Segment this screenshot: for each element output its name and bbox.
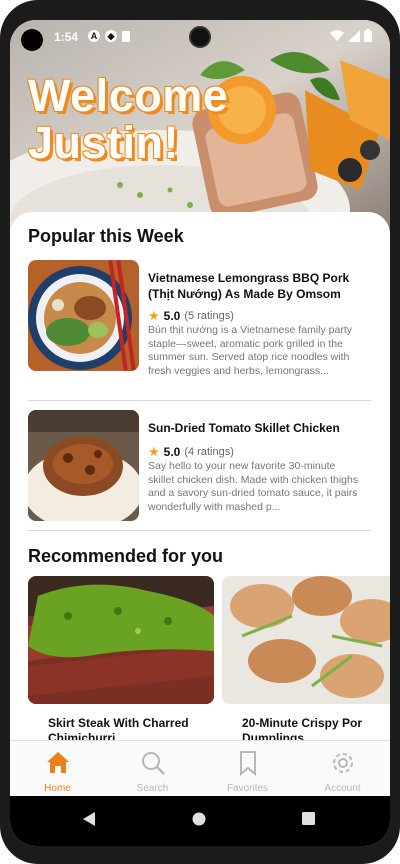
wifi-icon xyxy=(330,29,344,41)
front-camera-left xyxy=(21,29,43,51)
popular-section-title: Popular this Week xyxy=(28,226,184,246)
home-circle-icon[interactable] xyxy=(192,812,206,826)
ratings-count: (5 ratings) xyxy=(184,310,234,322)
recipe-rating: ★ 5.0 (4 ratings) xyxy=(148,444,234,460)
divider xyxy=(28,400,371,401)
popular-recipe-card[interactable]: Sun-Dried Tomato Skillet Chicken ★ 5.0 (… xyxy=(28,410,371,528)
nav-home[interactable]: Home xyxy=(10,741,105,797)
nav-favorites[interactable]: Favorites xyxy=(200,741,295,797)
battery-icon xyxy=(364,29,372,42)
recipe-image xyxy=(222,576,390,704)
home-icon xyxy=(47,752,69,773)
system-navigation-bar xyxy=(10,796,390,846)
recommended-carousel[interactable]: Skirt Steak With Charred Chimichurri 20-… xyxy=(28,576,390,740)
recommended-recipe-card[interactable]: 20-Minute Crispy Por Dumplings xyxy=(222,576,390,740)
user-name-line: Justin! xyxy=(28,117,180,168)
nav-label: Favorites xyxy=(226,783,269,794)
recents-icon[interactable] xyxy=(302,812,315,825)
front-camera-center xyxy=(189,26,211,48)
nav-label: Search xyxy=(136,783,169,794)
notification-shield-icon: ◆ xyxy=(105,30,117,42)
star-icon: ★ xyxy=(148,308,160,323)
signal-icon xyxy=(348,29,360,42)
status-time: 1:54 xyxy=(54,30,79,44)
nav-label: Account xyxy=(324,783,361,794)
back-icon[interactable] xyxy=(82,811,96,827)
ratings-count: (4 ratings) xyxy=(184,446,234,458)
system-status-icons xyxy=(330,29,372,42)
nav-label: Home xyxy=(44,783,71,794)
hero-banner: 1:54 A ◆ Welcome Justin! xyxy=(10,20,390,232)
notification-a-icon: A xyxy=(88,30,100,42)
nav-search[interactable]: Search xyxy=(105,741,200,797)
welcome-line: Welcome xyxy=(28,70,229,121)
recipe-title-text: Skirt Steak With Charred Chimichurri xyxy=(48,716,189,740)
bookmark-icon xyxy=(240,751,256,777)
recipe-title-text: 20-Minute Crispy Por Dumplings xyxy=(242,716,363,740)
main-content: Popular this Week Vietnamese Lemongrass … xyxy=(10,212,390,740)
divider xyxy=(28,530,371,531)
recipe-title: Sun-Dried Tomato Skillet Chicken xyxy=(148,421,340,435)
welcome-heading: Welcome Justin! xyxy=(28,72,288,166)
recipe-title: Skirt Steak With Charred Chimichurri xyxy=(48,716,208,740)
app-screen: 1:54 A ◆ Welcome Justin! Popular this We xyxy=(10,20,390,846)
popular-recipe-card[interactable]: Vietnamese Lemongrass BBQ Pork (Thịt Nướ… xyxy=(28,260,371,378)
recipe-thumbnail xyxy=(28,410,139,521)
sd-card-icon xyxy=(122,30,130,42)
rating-value: 5.0 xyxy=(163,445,181,459)
phone-frame: 1:54 A ◆ Welcome Justin! Popular this We xyxy=(0,0,400,864)
search-icon xyxy=(142,752,165,775)
notification-icons: A ◆ xyxy=(88,30,130,42)
recommended-recipe-card[interactable]: Skirt Steak With Charred Chimichurri xyxy=(28,576,214,740)
bottom-navigation: Home Search Favorites Account xyxy=(10,740,390,797)
recipe-description: Say hello to your new favorite 30-minute… xyxy=(148,460,359,513)
recipe-title: 20-Minute Crispy Por Dumplings xyxy=(242,716,390,740)
status-bar: 1:54 A ◆ xyxy=(10,20,390,54)
rating-value: 5.0 xyxy=(163,309,181,323)
recipe-thumbnail xyxy=(28,260,139,371)
recipe-rating: ★ 5.0 (5 ratings) xyxy=(148,308,234,324)
star-icon: ★ xyxy=(148,444,160,459)
recipe-image xyxy=(28,576,214,704)
nav-account[interactable]: Account xyxy=(295,741,390,797)
recommended-section-title: Recommended for you xyxy=(28,546,224,566)
recipe-title: Vietnamese Lemongrass BBQ Pork (Thịt Nướ… xyxy=(148,271,350,301)
gear-icon xyxy=(333,753,353,773)
recipe-description: Bún thịt nướng is a Vietnamese family pa… xyxy=(148,324,352,377)
